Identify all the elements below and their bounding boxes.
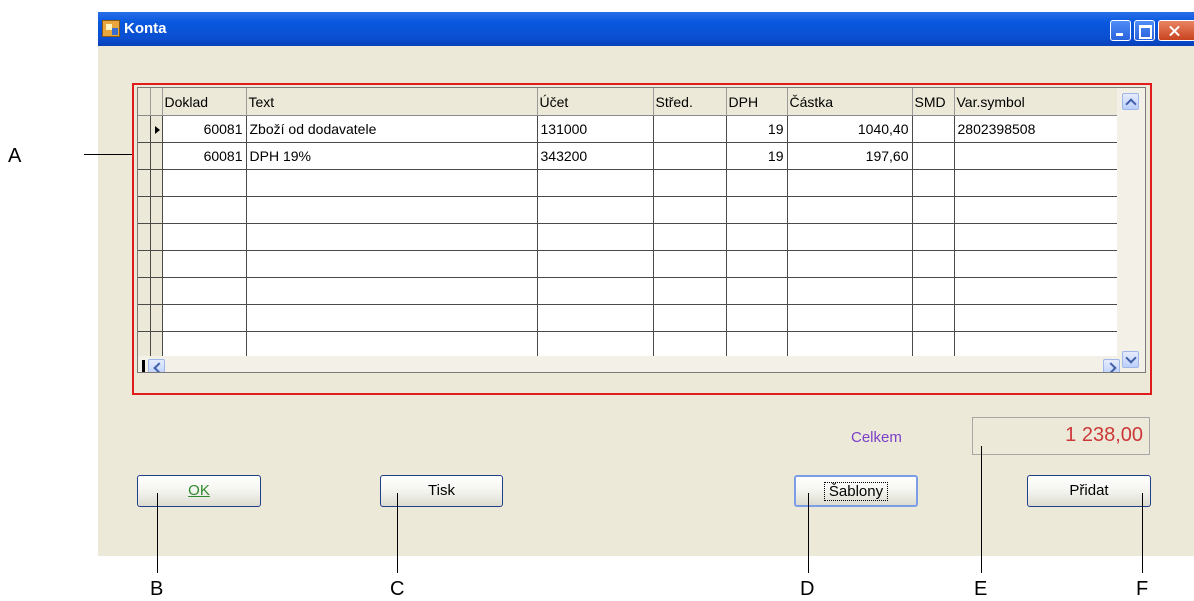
- title-bar[interactable]: Konta: [98, 12, 1194, 46]
- callout-f-label: F: [1136, 578, 1149, 600]
- grid-highlight-outline: [132, 83, 1152, 395]
- callout-a-line: [84, 154, 132, 155]
- ok-button-label: OK: [188, 482, 210, 499]
- callout-c-line: [397, 493, 398, 573]
- app-icon: [102, 20, 120, 37]
- total-label: Celkem: [851, 429, 902, 446]
- add-button[interactable]: Přidat: [1027, 475, 1151, 507]
- close-button[interactable]: [1158, 20, 1194, 41]
- total-value: 1 238,00: [972, 417, 1150, 455]
- callout-e-line: [981, 446, 982, 573]
- add-button-label: Přidat: [1069, 482, 1109, 499]
- callout-d-line: [808, 493, 809, 573]
- callout-d-label: D: [800, 578, 815, 600]
- callout-b-line: [157, 493, 158, 573]
- templates-button[interactable]: Šablony: [794, 475, 918, 507]
- callout-e-label: E: [974, 578, 988, 600]
- callout-a-label: A: [8, 145, 22, 167]
- print-button-label: Tisk: [428, 482, 455, 499]
- callout-c-label: C: [390, 578, 405, 600]
- minimize-button[interactable]: [1110, 20, 1131, 41]
- callout-b-label: B: [150, 578, 164, 600]
- maximize-button[interactable]: [1134, 20, 1155, 41]
- ok-button[interactable]: OK: [137, 475, 261, 507]
- callout-f-line: [1142, 493, 1143, 573]
- window-title: Konta: [124, 20, 167, 37]
- templates-button-label: Šablony: [823, 482, 889, 501]
- print-button[interactable]: Tisk: [380, 475, 503, 507]
